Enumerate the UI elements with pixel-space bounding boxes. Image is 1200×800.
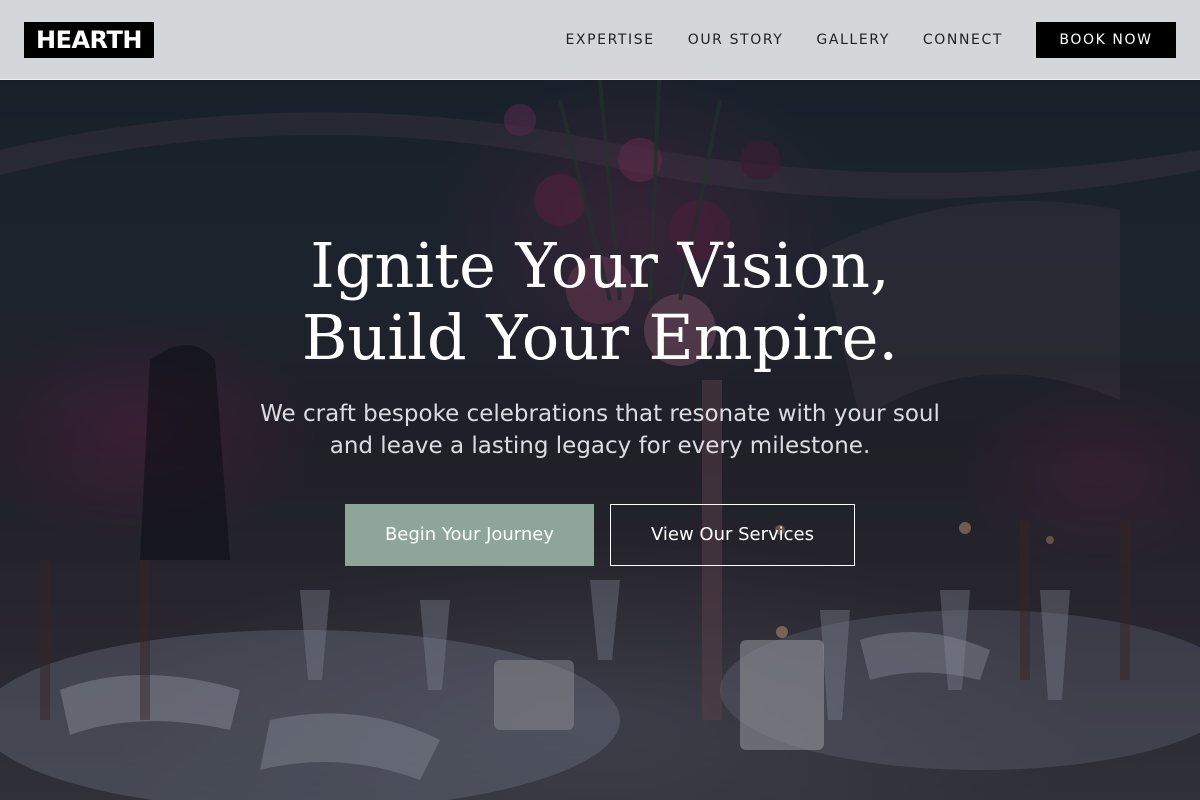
hero-section: Ignite Your Vision, Build Your Empire. W…: [0, 230, 1200, 566]
view-services-button[interactable]: View Our Services: [610, 504, 855, 566]
nav-link-our-story[interactable]: OUR STORY: [688, 32, 784, 48]
hero-headline-line-1: Ignite Your Vision,: [310, 229, 890, 302]
hero-subtitle: We craft bespoke celebrations that reson…: [260, 401, 940, 459]
nav-link-expertise[interactable]: EXPERTISE: [565, 32, 654, 48]
main-nav: EXPERTISE OUR STORY GALLERY CONNECT BOOK…: [565, 21, 1176, 58]
page: HEARTH EXPERTISE OUR STORY GALLERY CONNE…: [0, 0, 1200, 800]
begin-journey-button[interactable]: Begin Your Journey: [345, 504, 594, 566]
brand-logo[interactable]: HEARTH: [24, 21, 154, 58]
site-header: HEARTH EXPERTISE OUR STORY GALLERY CONNE…: [0, 0, 1200, 80]
hero-headline: Ignite Your Vision, Build Your Empire.: [0, 230, 1200, 374]
hero-headline-line-2: Build Your Empire.: [301, 301, 899, 374]
nav-link-connect[interactable]: CONNECT: [923, 32, 1003, 48]
hero-cta-row: Begin Your Journey View Our Services: [0, 504, 1200, 566]
book-now-button[interactable]: BOOK NOW: [1036, 21, 1176, 58]
nav-link-gallery[interactable]: GALLERY: [816, 32, 889, 48]
